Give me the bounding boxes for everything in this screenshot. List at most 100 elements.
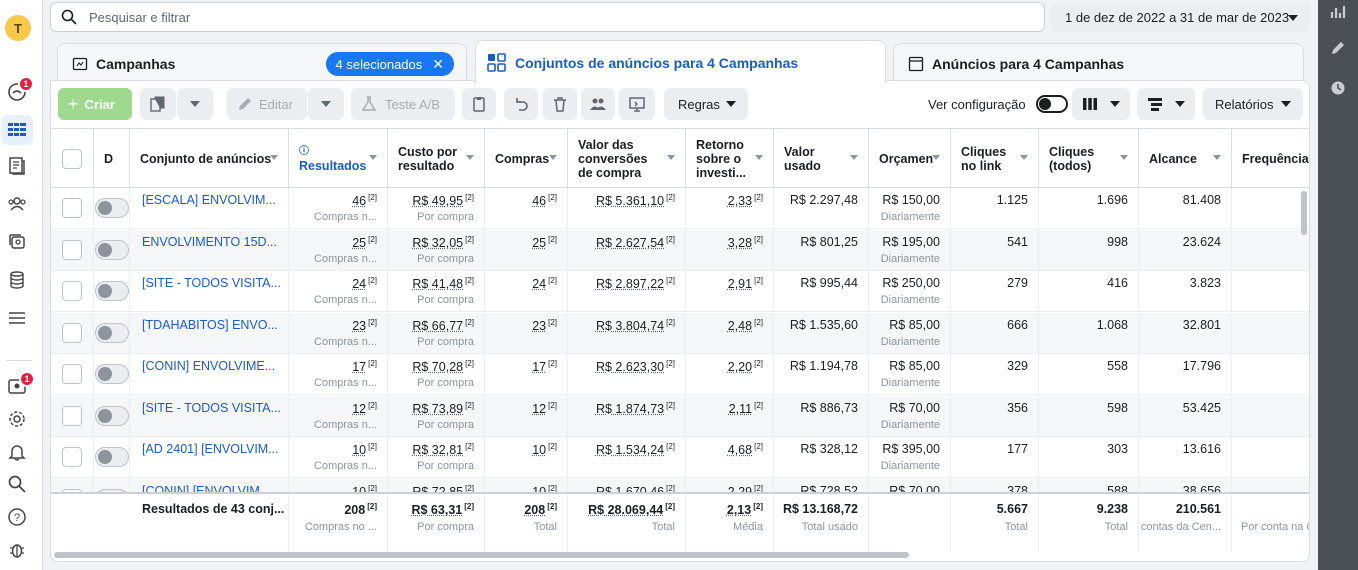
row-conv-value-value[interactable]: R$ 1.670,46 [2]: [596, 484, 675, 493]
pages-icon[interactable]: [5, 154, 29, 178]
bug-report-icon[interactable]: [5, 538, 29, 562]
row-results-value[interactable]: 24 [2]: [352, 276, 377, 291]
edit-button[interactable]: Editar: [227, 88, 307, 120]
columns-button[interactable]: [1072, 88, 1130, 120]
row-conv-value-value[interactable]: R$ 2.897,22 [2]: [596, 276, 675, 291]
bell-icon[interactable]: [5, 440, 29, 464]
adset-name-link[interactable]: [TDAHABITOS] ENVO...: [142, 318, 278, 332]
adset-name-link[interactable]: [CONIN] [ENVOLVIM...: [142, 484, 270, 493]
ads-manager-grid-icon[interactable]: [1, 115, 33, 145]
row-purchases-value[interactable]: 12 [2]: [532, 401, 557, 416]
row-cpr-value[interactable]: R$ 41,48 [2]: [412, 276, 474, 291]
table-row[interactable]: [SITE - TODOS VISITA... 24 [2] Compras n...…: [51, 271, 1309, 312]
row-checkbox[interactable]: [62, 405, 82, 426]
horizontal-scrollbar[interactable]: [54, 552, 909, 558]
col-results[interactable]: ⓘ Resultados: [289, 129, 388, 188]
row-purchases-value[interactable]: 17 [2]: [532, 359, 557, 374]
tab-adsets[interactable]: Conjuntos de anúncios para 4 Campanhas: [475, 40, 886, 84]
row-conv-value-value[interactable]: R$ 2.623,30 [2]: [596, 359, 675, 374]
row-results-value[interactable]: 10 [2]: [352, 442, 377, 457]
selected-filter-pill[interactable]: 4 selecionados ✕: [325, 52, 454, 76]
settings-gear-icon[interactable]: [5, 407, 29, 431]
row-results-value[interactable]: 23 [2]: [352, 318, 377, 333]
col-frequency[interactable]: Frequência: [1232, 129, 1309, 188]
create-button[interactable]: + Criar: [58, 88, 132, 120]
reports-button[interactable]: Relatórios: [1203, 88, 1303, 120]
row-cpr-value[interactable]: R$ 73,89 [2]: [412, 401, 474, 416]
table-row[interactable]: [TDAHABITOS] ENVO... 23 [2] Compras n... R$ …: [51, 312, 1309, 354]
adset-name-link[interactable]: [SITE - TODOS VISITA...: [142, 401, 281, 415]
close-icon[interactable]: ✕: [432, 56, 444, 73]
undo-button[interactable]: [504, 88, 538, 120]
row-status-toggle[interactable]: [95, 447, 129, 467]
row-roas-value[interactable]: 2,11 [2]: [729, 401, 763, 416]
row-checkbox[interactable]: [62, 364, 82, 384]
account-avatar[interactable]: T: [5, 15, 31, 41]
row-results-value[interactable]: 17 [2]: [352, 359, 377, 374]
row-results-value[interactable]: 10 [2]: [352, 484, 377, 493]
row-cpr-value[interactable]: R$ 49,95 [2]: [412, 193, 474, 208]
row-conv-value-value[interactable]: R$ 1.534,24 [2]: [596, 442, 675, 457]
tab-ads[interactable]: Anúncios para 4 Campanhas: [893, 43, 1304, 83]
table-row[interactable]: [CONIN] [ENVOLVIM... 10 [2] R$ 72,85 [2] 10 [2…: [51, 478, 1309, 493]
bar-chart-icon[interactable]: [1330, 4, 1346, 20]
adset-name-link[interactable]: ENVOLVIMENTO 15D...: [142, 235, 277, 249]
row-purchases-value[interactable]: 10 [2]: [532, 442, 557, 457]
row-cpr-value[interactable]: R$ 66,77 [2]: [412, 318, 474, 333]
row-purchases-value[interactable]: 23 [2]: [532, 318, 557, 333]
row-roas-value[interactable]: 3,28 [2]: [728, 235, 763, 250]
table-row[interactable]: [SITE - TODOS VISITA... 12 [2] Compras n...…: [51, 395, 1309, 437]
rules-button[interactable]: Regras: [664, 88, 748, 120]
col-spent[interactable]: Valor usado: [774, 129, 869, 188]
duplicate-menu-button[interactable]: [177, 88, 213, 120]
col-name[interactable]: Conjunto de anúncios: [130, 129, 289, 188]
delete-button[interactable]: [543, 88, 577, 120]
table-row[interactable]: [AD 2401] [ENVOLVIM... 10 [2] Compras n... R…: [51, 437, 1309, 478]
row-status-toggle[interactable]: [95, 281, 129, 301]
row-conv-value-value[interactable]: R$ 5.361,10 [2]: [596, 193, 675, 208]
row-roas-value[interactable]: 2,48 [2]: [728, 318, 763, 333]
row-purchases-value[interactable]: 46 [2]: [532, 193, 557, 208]
edit-menu-button[interactable]: [308, 88, 344, 120]
row-purchases-value[interactable]: 10 [2]: [532, 484, 557, 493]
search-input[interactable]: [89, 9, 989, 25]
adset-name-link[interactable]: [SITE - TODOS VISITA...: [142, 276, 281, 290]
table-row[interactable]: ENVOLVIMENTO 15D... 25 [2] Compras n... R$ 3…: [51, 229, 1309, 271]
info-icon[interactable]: ⓘ: [299, 145, 309, 159]
col-cost-per-result[interactable]: Custo por resultado: [388, 129, 485, 188]
view-config-toggle[interactable]: Ver configuração: [928, 88, 1068, 120]
audience-button[interactable]: [581, 88, 615, 120]
col-conv-value[interactable]: Valor das conversões de compra: [568, 129, 686, 188]
table-row[interactable]: [CONIN] ENVOLVIME... 17 [2] Compras n... R$ …: [51, 354, 1309, 395]
catalog-icon[interactable]: [5, 268, 29, 292]
col-link-clicks[interactable]: Cliques no link: [951, 129, 1039, 188]
ab-test-button[interactable]: Teste A/B: [351, 88, 455, 120]
row-purchases-value[interactable]: 24 [2]: [532, 276, 557, 291]
history-clock-icon[interactable]: [1330, 80, 1346, 96]
adset-name-link[interactable]: [ESCALA] ENVOLVIM...: [142, 193, 276, 207]
row-checkbox[interactable]: [62, 281, 82, 301]
row-status-toggle[interactable]: [95, 322, 129, 343]
row-status-toggle[interactable]: [95, 364, 129, 384]
view-config-switch[interactable]: [1035, 95, 1068, 113]
row-purchases-value[interactable]: 25 [2]: [532, 235, 557, 250]
row-roas-value[interactable]: 2,20 [2]: [728, 359, 763, 374]
select-all-checkbox[interactable]: [62, 148, 82, 169]
row-conv-value-value[interactable]: R$ 3.804,74 [2]: [596, 318, 675, 333]
row-status-toggle[interactable]: [95, 405, 129, 426]
audiences-icon[interactable]: [5, 192, 29, 216]
row-status-toggle[interactable]: [95, 239, 129, 260]
col-purchases[interactable]: Compras: [485, 129, 568, 188]
search-filter-bar[interactable]: [50, 2, 1045, 32]
col-reach[interactable]: Alcance: [1139, 129, 1232, 188]
date-range-picker[interactable]: 1 de dez de 2022 a 31 de mar de 2023: [1051, 2, 1310, 32]
row-roas-value[interactable]: 2,91 [2]: [728, 276, 763, 291]
col-all-clicks[interactable]: Cliques (todos): [1039, 129, 1139, 188]
row-roas-value[interactable]: 2,33 [2]: [728, 193, 763, 208]
breakdown-button[interactable]: [1137, 88, 1195, 120]
all-tools-menu-icon[interactable]: [5, 306, 29, 330]
clipboard-button[interactable]: [462, 88, 496, 120]
row-checkbox[interactable]: [62, 239, 82, 260]
row-checkbox[interactable]: [62, 198, 82, 218]
help-icon[interactable]: ?: [5, 505, 29, 529]
